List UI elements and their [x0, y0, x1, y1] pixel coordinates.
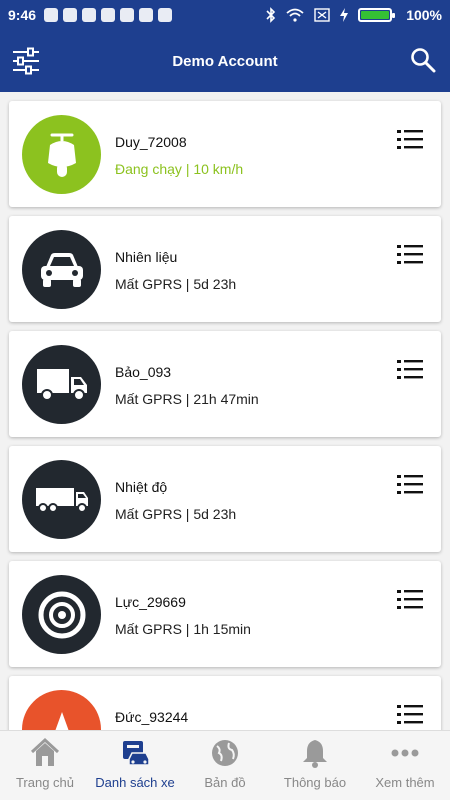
nav-label: Danh sách xe — [95, 775, 175, 790]
notification-icon — [158, 8, 173, 22]
trailer-truck-icon — [35, 487, 88, 513]
vehicle-name: Nhiệt độ — [115, 479, 168, 495]
vehicle-card[interactable]: Nhiệt độ Mất GPRS | 5d 23h — [9, 446, 441, 552]
notification-icons — [44, 8, 173, 22]
vehicle-name: Lực_29669 — [115, 594, 186, 610]
status-time: 9:46 — [8, 7, 37, 23]
vehicle-avatar — [22, 575, 101, 654]
scooter-icon — [47, 133, 76, 177]
list-menu-icon[interactable] — [397, 474, 423, 496]
nav-item-more[interactable]: Xem thêm — [360, 731, 450, 800]
nav-label: Bản đồ — [204, 775, 246, 790]
home-icon — [30, 737, 60, 766]
notification-icon — [63, 8, 78, 22]
status-right: 100% — [266, 7, 442, 23]
vehicle-status: Mất GPRS | 21h 47min — [115, 391, 259, 407]
sliders-icon[interactable] — [12, 47, 40, 75]
vehicle-avatar — [22, 230, 101, 309]
list-menu-icon[interactable] — [397, 244, 423, 266]
vehicle-list: Duy_72008 Đang chạy | 10 km/h Nhiên liệu… — [0, 92, 450, 730]
vehicle-card[interactable]: Lực_29669 Mất GPRS | 1h 15min — [9, 561, 441, 667]
vehicle-card[interactable]: Duy_72008 Đang chạy | 10 km/h — [9, 101, 441, 207]
battery-percent: 100% — [406, 7, 442, 23]
list-menu-icon[interactable] — [397, 589, 423, 611]
vehicle-name: Duy_72008 — [115, 134, 187, 150]
list-menu-icon[interactable] — [397, 704, 423, 726]
app-bar: Demo Account — [0, 30, 450, 92]
bell-icon — [303, 740, 327, 768]
no-sim-icon — [314, 8, 330, 22]
vehicle-name: Bảo_093 — [115, 364, 172, 380]
vehicle-avatar — [22, 460, 101, 539]
nav-item-home[interactable]: Trang chủ — [0, 731, 90, 800]
vehicle-name: Nhiên liệu — [115, 249, 178, 265]
vehicle-card[interactable]: Bảo_093 Mất GPRS | 21h 47min — [9, 331, 441, 437]
nav-item-vehicle-list[interactable]: Danh sách xe — [90, 731, 180, 800]
notification-icon — [82, 8, 97, 22]
vehicle-avatar — [22, 690, 101, 730]
car-icon — [40, 252, 83, 287]
globe-icon — [212, 740, 238, 766]
bluetooth-icon — [266, 7, 276, 23]
vehicle-name: Đức_93244 — [115, 709, 189, 725]
battery-fill — [361, 11, 390, 19]
status-bar: 9:46 100% — [0, 0, 450, 30]
bottom-nav: Trang chủ Danh sách xe Bản đồ Thông báo … — [0, 730, 450, 800]
more-icon — [391, 749, 419, 757]
nav-label: Thông báo — [283, 775, 347, 790]
vehicle-status: Mất GPRS | 5d 23h — [115, 276, 237, 292]
vehicle-status: Đang chạy | 10 km/h — [115, 161, 244, 177]
notification-icon — [44, 8, 59, 22]
target-icon — [38, 591, 85, 638]
notification-icon — [139, 8, 154, 22]
list-menu-icon[interactable] — [397, 359, 423, 381]
list-menu-icon[interactable] — [397, 129, 423, 151]
arrow-icon — [54, 711, 69, 730]
notification-icon — [120, 8, 135, 22]
search-icon[interactable] — [410, 47, 436, 73]
nav-label: Trang chủ — [15, 775, 75, 790]
vehicle-avatar — [22, 115, 101, 194]
vehicle-card[interactable]: Nhiên liệu Mất GPRS | 5d 23h — [9, 216, 441, 322]
nav-item-map[interactable]: Bản đồ — [180, 731, 270, 800]
nav-label: Xem thêm — [375, 775, 435, 790]
nav-item-notifications[interactable]: Thông báo — [270, 731, 360, 800]
truck-icon — [36, 368, 87, 401]
vehicle-avatar — [22, 345, 101, 424]
vehicle-card[interactable]: Đức_93244 — [9, 676, 441, 730]
charging-icon — [340, 8, 349, 22]
battery-icon — [358, 8, 396, 22]
vehicle-list-icon — [123, 741, 150, 766]
page-title: Demo Account — [172, 52, 278, 70]
wifi-icon — [286, 8, 304, 22]
notification-icon — [101, 8, 116, 22]
vehicle-status: Mất GPRS | 1h 15min — [115, 621, 251, 637]
vehicle-status: Mất GPRS | 5d 23h — [115, 506, 237, 522]
